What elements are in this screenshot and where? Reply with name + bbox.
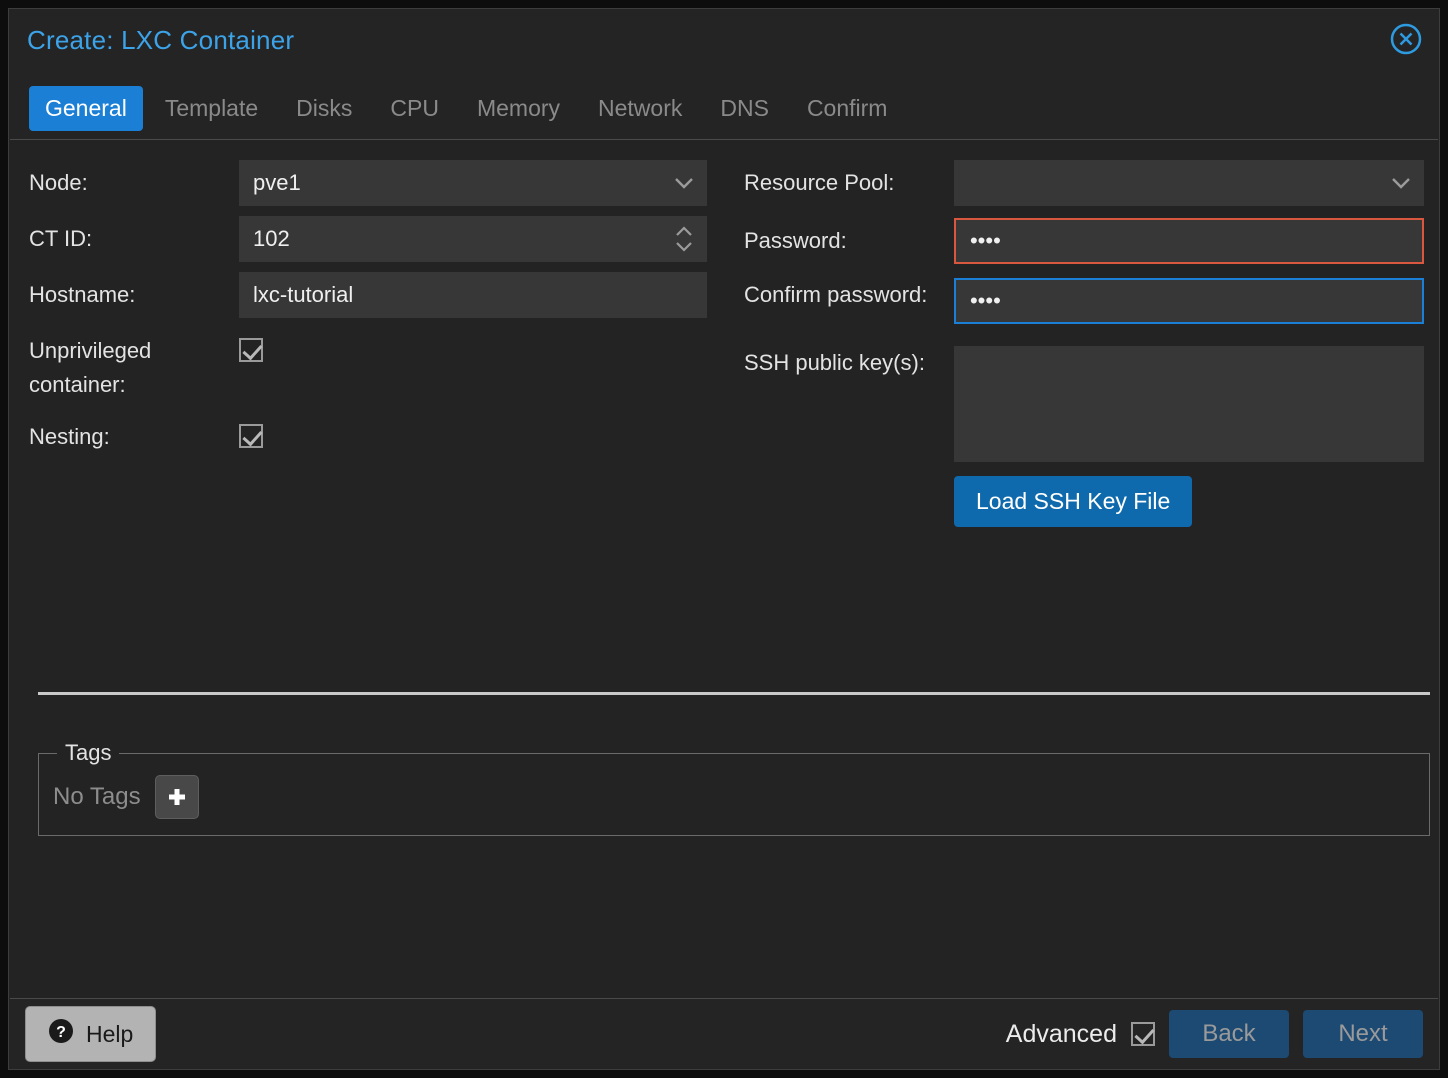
nesting-checkbox[interactable] — [239, 424, 263, 448]
general-form: Node: pve1 CT ID: 102 Hostname: lxc-tuto… — [10, 140, 1438, 537]
tags-content: No Tags — [53, 766, 1415, 828]
form-column-right: Resource Pool: Password: •••• Confirm pa… — [734, 140, 1438, 537]
tags-legend: Tags — [65, 740, 112, 765]
ct-id-label: CT ID: — [29, 226, 93, 251]
plus-icon[interactable] — [154, 775, 199, 819]
advanced-checkbox[interactable] — [1131, 1022, 1155, 1046]
unprivileged-label: Unprivileged container: — [29, 338, 152, 397]
dialog-title: Create: LXC Container — [27, 25, 295, 55]
tab-cpu[interactable]: CPU — [374, 86, 455, 131]
spinner-updown-icon[interactable] — [673, 216, 695, 262]
ssh-keys-textarea[interactable] — [953, 346, 1424, 462]
confirm-password-value: •••• — [969, 288, 1001, 313]
resource-pool-select[interactable] — [953, 160, 1424, 206]
tab-memory[interactable]: Memory — [461, 86, 576, 131]
unprivileged-row: Unprivileged container: — [29, 332, 734, 402]
ct-id-value: 102 — [253, 226, 290, 251]
nesting-row: Nesting: — [29, 418, 734, 454]
close-icon[interactable] — [1388, 21, 1424, 57]
chevron-down-icon[interactable] — [673, 160, 695, 206]
load-ssh-row: Load SSH Key File — [744, 476, 1438, 527]
node-value: pve1 — [253, 170, 301, 195]
nesting-label: Nesting: — [29, 424, 110, 449]
section-divider — [38, 692, 1430, 695]
tab-network[interactable]: Network — [582, 86, 698, 131]
ssh-keys-label: SSH public key(s): — [743, 350, 925, 375]
dialog-footer: ? Help Advanced Back Next — [9, 999, 1439, 1069]
password-value: •••• — [969, 228, 1001, 253]
help-button[interactable]: ? Help — [25, 1006, 157, 1062]
general-tab-panel: Node: pve1 CT ID: 102 Hostname: lxc-tuto… — [10, 139, 1438, 999]
password-input[interactable]: •••• — [953, 218, 1424, 264]
chevron-down-icon[interactable] — [1390, 160, 1412, 206]
tab-dns[interactable]: DNS — [704, 86, 785, 131]
svg-text:?: ? — [56, 1024, 66, 1041]
node-label: Node: — [29, 170, 88, 195]
dialog-titlebar: Create: LXC Container — [9, 9, 1439, 77]
load-ssh-spacer — [744, 476, 954, 484]
tab-template[interactable]: Template — [149, 86, 274, 131]
confirm-password-row: Confirm password: •••• — [744, 278, 1438, 324]
resource-pool-label: Resource Pool: — [743, 170, 895, 195]
hostname-value: lxc-tutorial — [253, 282, 354, 307]
ssh-keys-row: SSH public key(s): — [744, 346, 1438, 462]
tab-disks[interactable]: Disks — [280, 86, 368, 131]
confirm-password-input[interactable]: •••• — [953, 278, 1424, 324]
load-ssh-key-file-button[interactable]: Load SSH Key File — [953, 476, 1193, 527]
node-select[interactable]: pve1 — [239, 160, 707, 206]
ct-id-input[interactable]: 102 — [239, 216, 707, 262]
confirm-password-label: Confirm password: — [743, 282, 928, 307]
resource-pool-row: Resource Pool: — [744, 160, 1438, 206]
wizard-tabstrip: General Template Disks CPU Memory Networ… — [9, 77, 1439, 139]
advanced-label: Advanced — [1005, 1019, 1117, 1048]
form-column-left: Node: pve1 CT ID: 102 Hostname: lxc-tuto… — [10, 140, 734, 537]
hostname-row: Hostname: lxc-tutorial — [29, 272, 734, 318]
question-circle-icon: ? — [48, 1018, 74, 1050]
tags-fieldset: Tags No Tags — [38, 740, 1430, 836]
hostname-input[interactable]: lxc-tutorial — [239, 272, 707, 318]
password-row: Password: •••• — [744, 218, 1438, 264]
unprivileged-checkbox[interactable] — [239, 338, 263, 362]
password-label: Password: — [743, 228, 847, 253]
no-tags-label: No Tags — [53, 783, 141, 810]
ct-id-row: CT ID: 102 — [29, 216, 734, 262]
help-button-label: Help — [86, 1020, 134, 1047]
hostname-label: Hostname: — [29, 282, 136, 307]
next-button[interactable]: Next — [1303, 1010, 1423, 1058]
back-button[interactable]: Back — [1169, 1010, 1289, 1058]
create-lxc-container-dialog: Create: LXC Container General Template D… — [8, 8, 1440, 1070]
tab-confirm[interactable]: Confirm — [791, 86, 904, 131]
tab-general[interactable]: General — [29, 85, 143, 131]
node-row: Node: pve1 — [29, 160, 734, 206]
